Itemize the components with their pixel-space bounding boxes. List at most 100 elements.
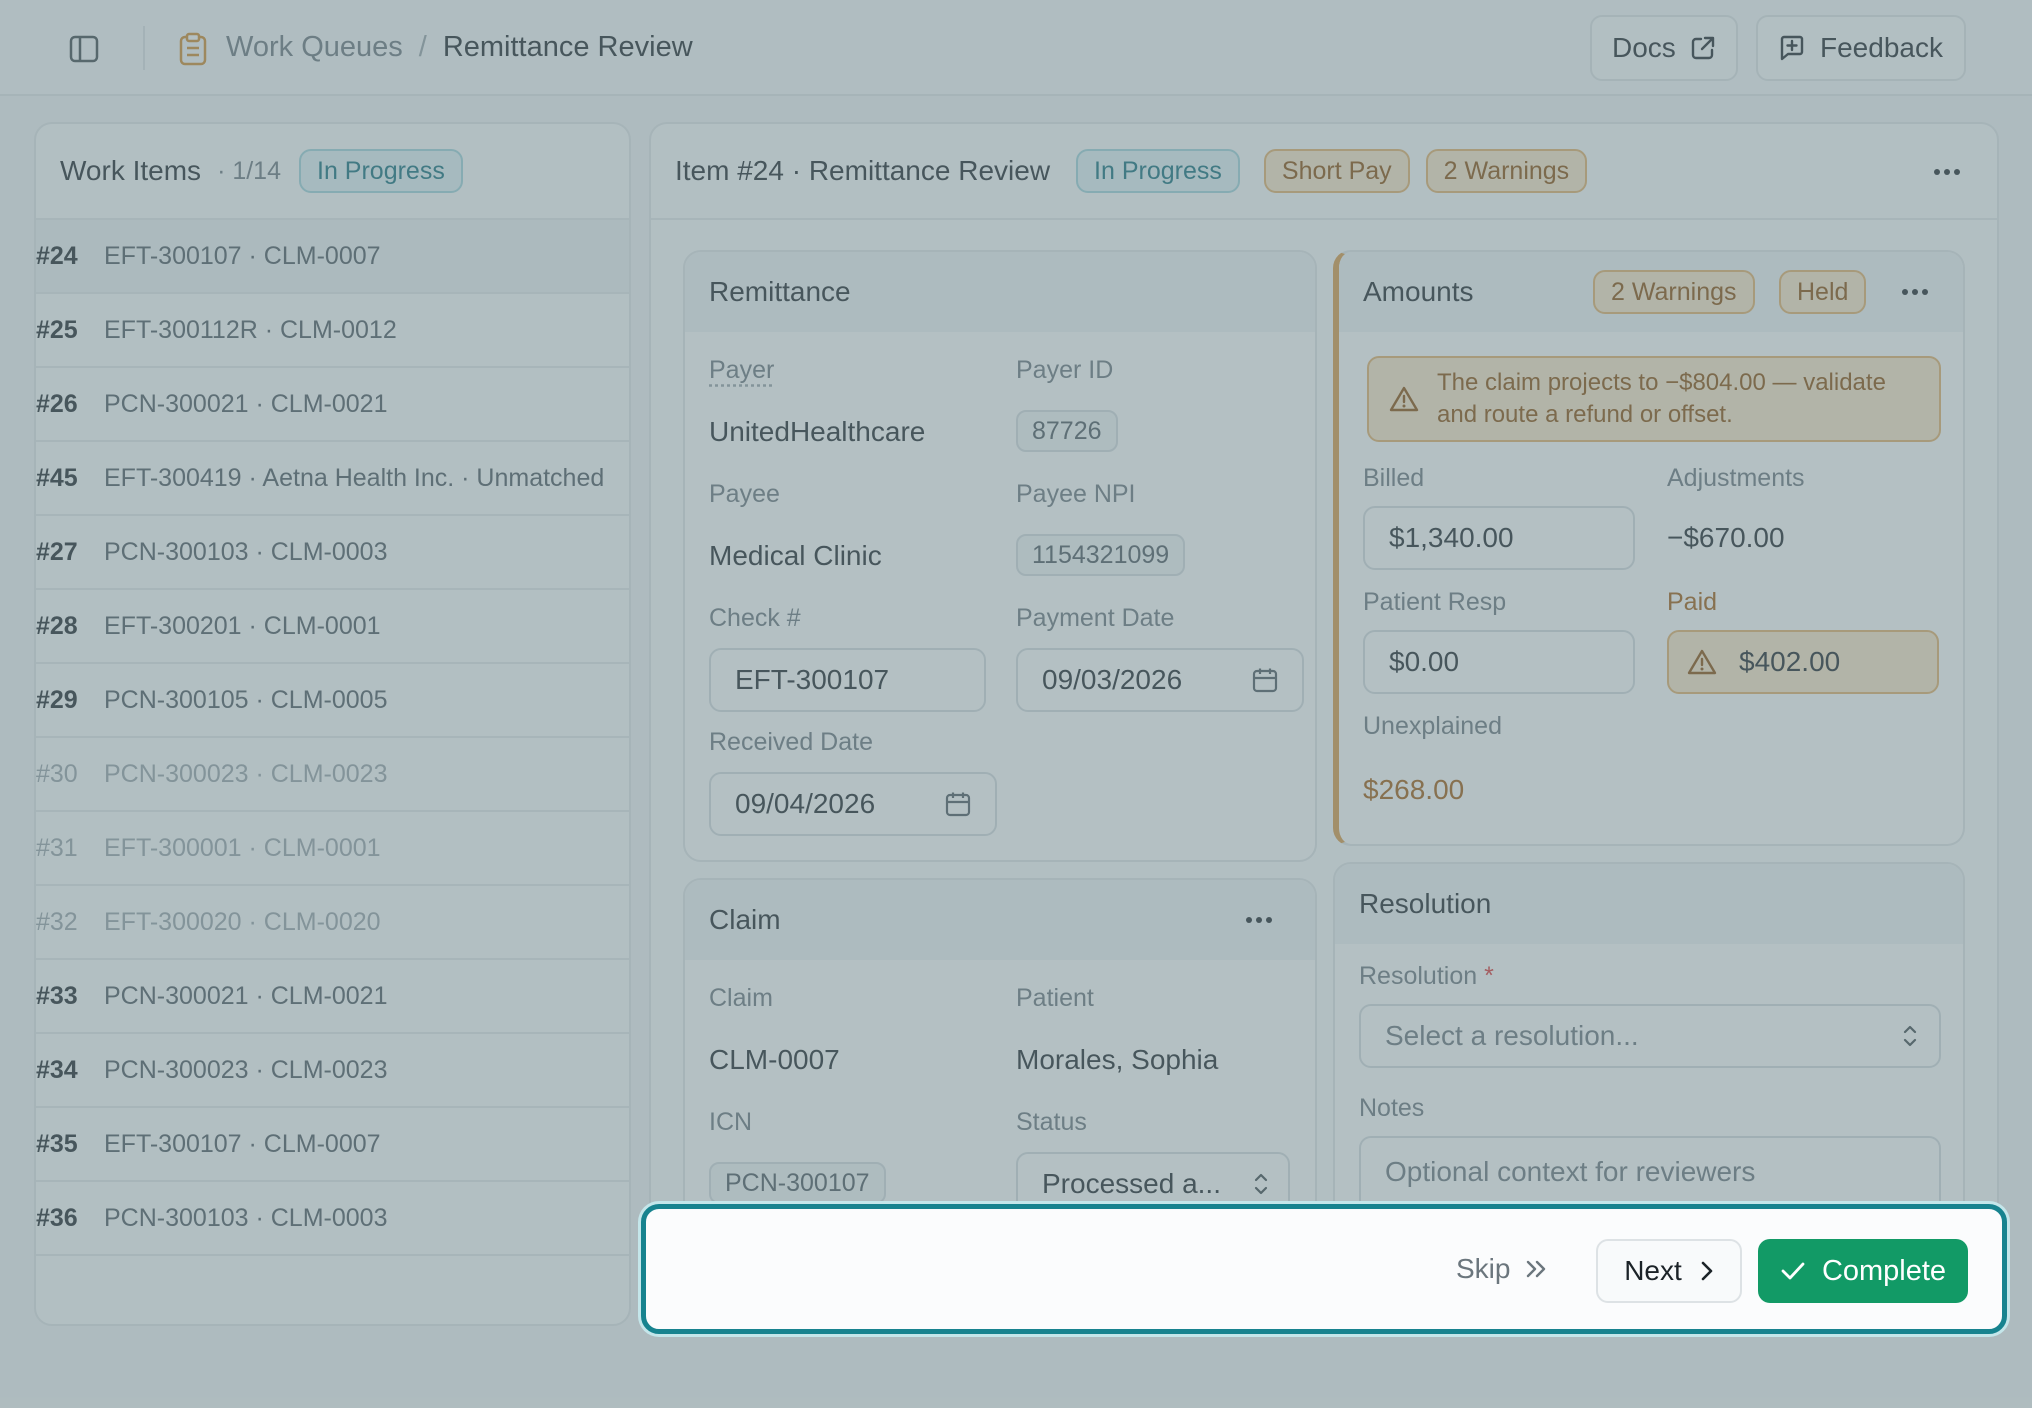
work-item-description: PCN-300021 · CLM-0021 bbox=[104, 389, 388, 418]
work-item-row[interactable]: #28 EFT-300201 · CLM-0001 bbox=[36, 590, 629, 664]
chevrons-right-icon bbox=[1527, 1260, 1546, 1278]
claim-more-button[interactable] bbox=[1237, 900, 1281, 940]
work-item-row[interactable]: #36 PCN-300103 · CLM-0003 bbox=[36, 1182, 629, 1256]
payee-label: Payee bbox=[709, 480, 780, 508]
sidebar-toggle-icon bbox=[69, 35, 99, 63]
work-item-description: EFT-300001 · CLM-0001 bbox=[104, 833, 381, 862]
work-items-panel: Work Items · 1/14 In Progress #24 EFT-300… bbox=[34, 122, 631, 1326]
patient-resp-value: $0.00 bbox=[1389, 646, 1460, 677]
amounts-warning-alert: The claim projects to −$804.00 — validat… bbox=[1367, 356, 1941, 442]
work-item-row[interactable]: #27 PCN-300103 · CLM-0003 bbox=[36, 516, 629, 590]
item-more-button[interactable] bbox=[1925, 152, 1969, 192]
claim-status-label: Status bbox=[1016, 1108, 1087, 1136]
docs-button[interactable]: Docs bbox=[1590, 15, 1738, 81]
notes-label: Notes bbox=[1359, 1094, 1425, 1122]
patient-resp-field[interactable]: $0.00 bbox=[1363, 630, 1635, 694]
work-item-number: #24 bbox=[36, 241, 78, 270]
work-item-row[interactable]: #45 EFT-300419 · Aetna Health Inc. · Unma… bbox=[36, 442, 629, 516]
work-item-row[interactable]: #31 EFT-300001 · CLM-0001 bbox=[36, 812, 629, 886]
more-horizontal-icon bbox=[1902, 289, 1928, 295]
payer-label[interactable]: Payer bbox=[709, 356, 774, 385]
more-horizontal-icon bbox=[1246, 917, 1272, 923]
feedback-button[interactable]: Feedback bbox=[1756, 15, 1966, 81]
top-bar: Work Queues / Remittance Review Docs Fee… bbox=[0, 0, 2032, 96]
next-button[interactable]: Next bbox=[1596, 1239, 1742, 1303]
paid-label: Paid bbox=[1667, 588, 1718, 616]
amounts-card-title: Amounts bbox=[1363, 276, 1474, 307]
item-status-badge: In Progress bbox=[1076, 149, 1240, 193]
next-label: Next bbox=[1624, 1255, 1682, 1286]
work-item-row[interactable]: #34 PCN-300023 · CLM-0023 bbox=[36, 1034, 629, 1108]
payment-date-field[interactable]: 09/03/2026 bbox=[1016, 648, 1304, 712]
work-item-row[interactable]: #35 EFT-300107 · CLM-0007 bbox=[36, 1108, 629, 1182]
work-item-row[interactable]: #33 PCN-300021 · CLM-0021 bbox=[36, 960, 629, 1034]
check-icon bbox=[1781, 1262, 1805, 1280]
breadcrumb-separator: / bbox=[418, 31, 427, 63]
work-item-row[interactable]: #29 PCN-300105 · CLM-0005 bbox=[36, 664, 629, 738]
feedback-label: Feedback bbox=[1820, 32, 1943, 63]
patient-label: Patient bbox=[1016, 984, 1094, 1012]
payee-npi-chip: 1154321099 bbox=[1016, 534, 1186, 576]
complete-button[interactable]: Complete bbox=[1758, 1239, 1968, 1303]
work-items-header: Work Items · 1/14 In Progress bbox=[36, 124, 629, 220]
work-item-number: #30 bbox=[36, 759, 78, 788]
work-item-row[interactable]: #32 EFT-300020 · CLM-0020 bbox=[36, 886, 629, 960]
skip-button[interactable]: Skip bbox=[1456, 1243, 1548, 1295]
item-title: Item #24 · Remittance Review bbox=[675, 155, 1051, 186]
work-item-row[interactable]: #26 PCN-300021 · CLM-0021 bbox=[36, 368, 629, 442]
received-date-label: Received Date bbox=[709, 728, 873, 756]
unexplained-label: Unexplained bbox=[1363, 712, 1502, 740]
resolution-card-title: Resolution bbox=[1335, 864, 1963, 944]
feedback-icon bbox=[1780, 35, 1804, 61]
warning-triangle-icon bbox=[1687, 649, 1717, 675]
work-item-number: #36 bbox=[36, 1203, 78, 1232]
work-item-number: #33 bbox=[36, 981, 78, 1010]
chevron-right-icon bbox=[1701, 1261, 1713, 1281]
work-items-status-badge: In Progress bbox=[299, 149, 463, 193]
payer-id-chip: 87726 bbox=[1016, 410, 1118, 452]
warnings-badge: 2 Warnings bbox=[1425, 149, 1588, 193]
work-item-row[interactable]: #25 EFT-300112R · CLM-0012 bbox=[36, 294, 629, 368]
work-item-row[interactable]: #30 PCN-300023 · CLM-0023 bbox=[36, 738, 629, 812]
item-header: Item #24 · Remittance Review In Progress… bbox=[651, 124, 1997, 220]
sidebar-toggle-button[interactable] bbox=[62, 30, 106, 68]
clipboard-icon bbox=[178, 32, 208, 66]
remittance-card: Remittance Payer Payer ID UnitedHealthca… bbox=[683, 250, 1317, 862]
icn-chip: PCN-300107 bbox=[709, 1162, 886, 1204]
amounts-more-button[interactable] bbox=[1893, 272, 1937, 312]
work-item-number: #28 bbox=[36, 611, 78, 640]
received-date-field[interactable]: 09/04/2026 bbox=[709, 772, 997, 836]
calendar-icon[interactable] bbox=[945, 791, 971, 817]
work-item-row[interactable]: #24 EFT-300107 · CLM-0007 bbox=[36, 220, 629, 294]
work-item-number: #31 bbox=[36, 833, 78, 862]
header-divider bbox=[143, 26, 145, 70]
calendar-icon[interactable] bbox=[1252, 667, 1278, 693]
work-item-description: PCN-300105 · CLM-0005 bbox=[104, 685, 388, 714]
work-items-title: Work Items bbox=[60, 155, 202, 186]
check-number-field[interactable]: EFT-300107 bbox=[709, 648, 986, 712]
icn-label: ICN bbox=[709, 1108, 753, 1136]
work-item-description: EFT-300201 · CLM-0001 bbox=[104, 611, 381, 640]
breadcrumb-parent[interactable]: Work Queues bbox=[226, 31, 403, 64]
breadcrumb-current: Remittance Review bbox=[442, 31, 693, 63]
work-item-description: EFT-300020 · CLM-0020 bbox=[104, 907, 381, 936]
payee-npi-label: Payee NPI bbox=[1016, 480, 1136, 508]
work-item-number: #27 bbox=[36, 537, 78, 566]
amounts-warning-line-1: The claim projects to −$804.00 — validat… bbox=[1437, 369, 1886, 396]
required-mark: * bbox=[1484, 962, 1494, 990]
work-item-description: PCN-300021 · CLM-0021 bbox=[104, 981, 388, 1010]
work-item-number: #32 bbox=[36, 907, 78, 936]
paid-field[interactable]: $402.00 bbox=[1667, 630, 1939, 694]
adjustments-label: Adjustments bbox=[1667, 464, 1805, 492]
received-date-value: 09/04/2026 bbox=[735, 788, 876, 819]
work-item-description: EFT-300107 · CLM-0007 bbox=[104, 1129, 381, 1158]
billed-field[interactable]: $1,340.00 bbox=[1363, 506, 1635, 570]
resolution-select[interactable]: Select a resolution... bbox=[1359, 1004, 1941, 1068]
held-badge: Held bbox=[1779, 270, 1867, 314]
work-item-description: EFT-300112R · CLM-0012 bbox=[104, 315, 397, 344]
work-item-description: EFT-300419 · Aetna Health Inc. · Unmatch… bbox=[104, 463, 605, 492]
work-item-description: PCN-300023 · CLM-0023 bbox=[104, 759, 388, 788]
work-item-description: PCN-300103 · CLM-0003 bbox=[104, 1203, 388, 1232]
work-items-count: · 1/14 bbox=[217, 156, 281, 185]
work-item-number: #34 bbox=[36, 1055, 78, 1084]
